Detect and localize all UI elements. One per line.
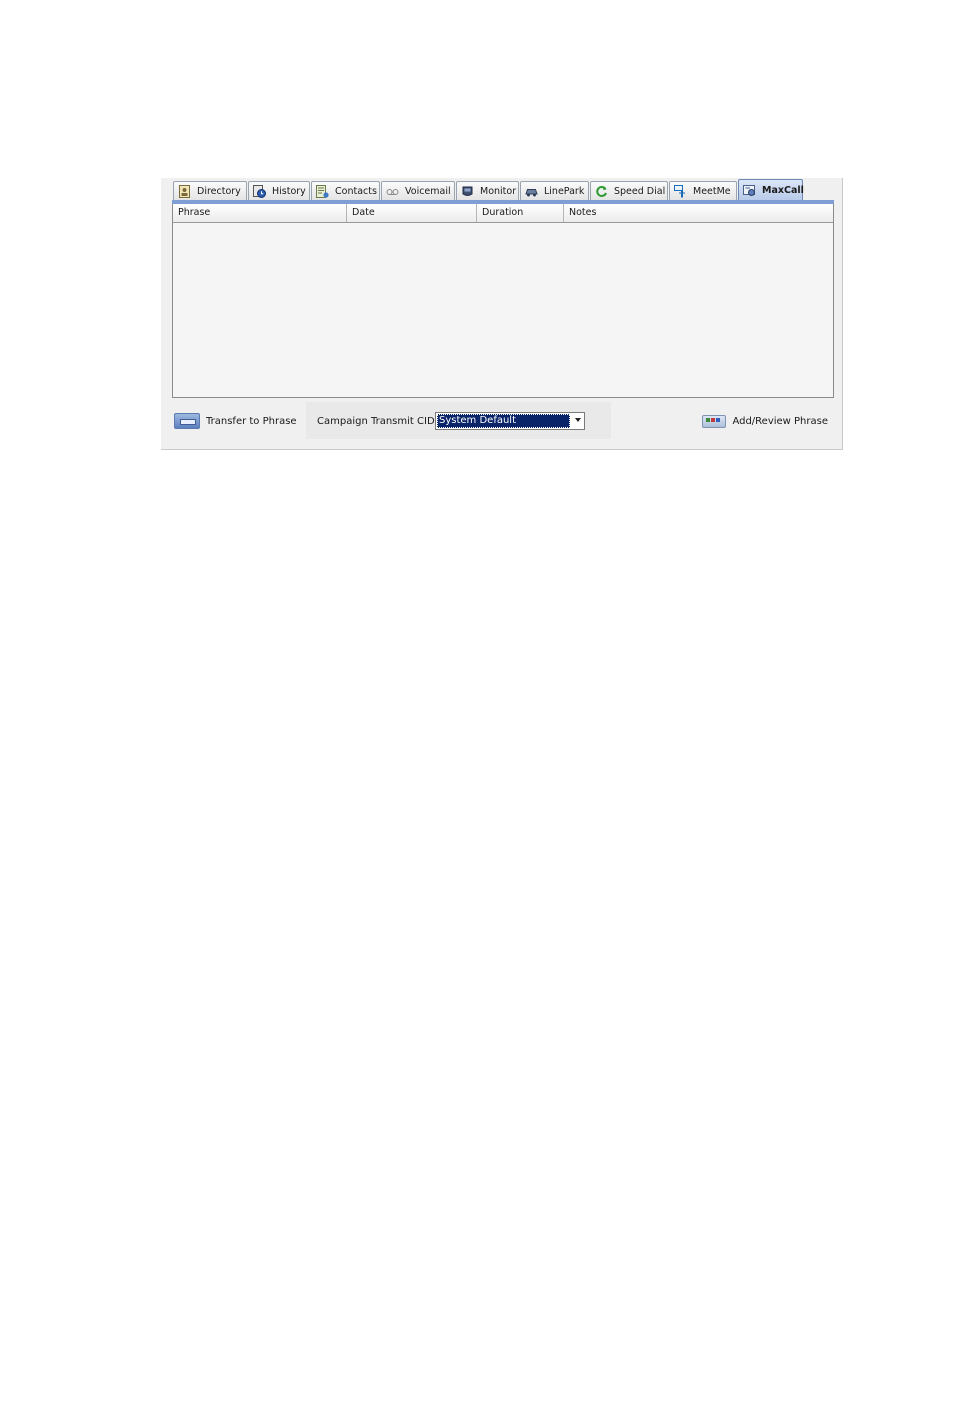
tab-meetme[interactable]: MeetMe <box>669 181 737 200</box>
table-body[interactable] <box>173 223 833 398</box>
tab-label: Speed Dial <box>614 185 666 197</box>
column-header-date[interactable]: Date <box>347 204 477 222</box>
tab-history[interactable]: History <box>248 181 310 200</box>
add-review-phrase-button[interactable]: Add/Review Phrase <box>702 413 828 430</box>
tab-linepark[interactable]: LinePark <box>520 181 589 200</box>
chevron-down-icon[interactable] <box>575 418 581 422</box>
campaign-cid-label: Campaign Transmit CID: <box>317 416 439 427</box>
tab-label: Voicemail <box>405 185 451 197</box>
meetme-icon <box>674 184 685 197</box>
tab-label: Directory <box>197 185 241 197</box>
add-review-phrase-label: Add/Review Phrase <box>732 416 828 427</box>
tab-label: Monitor <box>480 185 517 197</box>
maxcall-icon <box>743 184 755 196</box>
voicemail-icon <box>386 188 399 195</box>
campaign-cid-value: System Default <box>437 414 570 428</box>
tab-speed-dial[interactable]: Speed Dial <box>590 181 668 200</box>
contacts-icon <box>316 184 329 198</box>
column-header-phrase[interactable]: Phrase <box>173 204 347 222</box>
tab-voicemail[interactable]: Voicemail <box>381 181 455 200</box>
directory-icon <box>179 184 190 198</box>
tab-label: MeetMe <box>693 185 731 197</box>
tab-maxcall[interactable]: MaxCall <box>738 179 804 200</box>
tab-label: History <box>272 185 306 197</box>
tab-bar: Directory History Contacts Voicemail Mon… <box>173 179 804 201</box>
linepark-icon <box>525 188 538 196</box>
table-header: Phrase Date Duration Notes <box>173 204 833 223</box>
tab-monitor[interactable]: Monitor <box>456 181 519 200</box>
column-header-notes[interactable]: Notes <box>564 204 833 222</box>
campaign-cid-select[interactable]: System Default <box>435 412 585 430</box>
column-header-duration[interactable]: Duration <box>477 204 564 222</box>
campaign-cid-group: Campaign Transmit CID: System Default <box>306 402 611 439</box>
speed-dial-icon <box>596 185 607 197</box>
tab-directory[interactable]: Directory <box>173 181 247 200</box>
tab-contacts[interactable]: Contacts <box>311 181 380 200</box>
tab-label: LinePark <box>544 185 585 197</box>
phrase-table: Phrase Date Duration Notes <box>172 204 834 398</box>
tab-label: Contacts <box>335 185 377 197</box>
monitor-icon <box>462 186 473 196</box>
transfer-icon <box>174 413 200 429</box>
add-review-phrase-icon <box>702 413 727 430</box>
transfer-to-phrase-label: Transfer to Phrase <box>206 415 297 427</box>
maxcall-panel: Directory History Contacts Voicemail Mon… <box>161 178 843 450</box>
footer-toolbar: Transfer to Phrase Campaign Transmit CID… <box>161 400 842 449</box>
transfer-to-phrase-button[interactable]: Transfer to Phrase <box>174 413 297 429</box>
tab-label: MaxCall <box>762 184 804 196</box>
history-icon <box>253 184 266 198</box>
